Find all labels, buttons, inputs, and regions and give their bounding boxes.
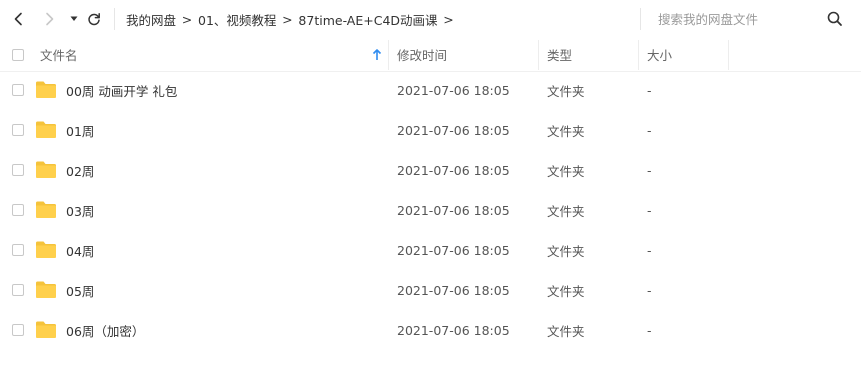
folder-icon	[36, 161, 56, 178]
file-size: -	[647, 322, 652, 338]
search-input[interactable]	[648, 9, 828, 29]
forward-button[interactable]	[39, 9, 59, 29]
column-header-type-label: 类型	[547, 48, 573, 63]
row-checkbox[interactable]	[12, 244, 24, 256]
file-size: -	[647, 202, 652, 218]
column-header-name[interactable]: 文件名	[40, 38, 78, 71]
row-checkbox[interactable]	[12, 124, 24, 136]
column-divider	[538, 40, 539, 70]
search-icon	[827, 11, 842, 26]
file-modified: 2021-07-06 18:05	[397, 242, 510, 258]
select-all-checkbox[interactable]	[12, 49, 24, 61]
file-type: 文件夹	[547, 83, 585, 99]
table-row[interactable]: 01周 2021-07-06 18:05 文件夹 -	[0, 110, 861, 150]
sort-arrow-up-icon	[372, 48, 382, 60]
column-header-size-label: 大小	[647, 48, 673, 63]
file-name[interactable]: 05周	[66, 270, 94, 310]
folder-icon	[36, 321, 56, 338]
breadcrumb-separator: >	[282, 11, 293, 27]
file-size: -	[647, 122, 652, 138]
column-header-modified[interactable]: 修改时间	[397, 38, 447, 71]
file-modified: 2021-07-06 18:05	[397, 122, 510, 138]
file-list-header: 文件名 修改时间 类型 大小	[0, 38, 861, 72]
search-button[interactable]	[826, 10, 844, 28]
chevron-right-icon	[46, 12, 54, 26]
row-checkbox[interactable]	[12, 324, 24, 336]
column-divider	[728, 40, 729, 70]
file-name[interactable]: 04周	[66, 230, 94, 270]
table-row[interactable]: 05周 2021-07-06 18:05 文件夹 -	[0, 270, 861, 310]
file-name[interactable]: 00周 动画开学 礼包	[66, 70, 177, 110]
table-row[interactable]: 02周 2021-07-06 18:05 文件夹 -	[0, 150, 861, 190]
file-type: 文件夹	[547, 163, 585, 179]
folder-icon	[36, 121, 56, 138]
file-name[interactable]: 03周	[66, 190, 94, 230]
history-dropdown-button[interactable]	[64, 9, 84, 29]
chevron-left-icon	[14, 12, 22, 26]
folder-icon	[36, 281, 56, 298]
file-size: -	[647, 242, 652, 258]
file-name[interactable]: 06周（加密）	[66, 310, 144, 350]
breadcrumb-item-current-folder[interactable]: 87time-AE+C4D动画课	[298, 10, 437, 29]
file-type: 文件夹	[547, 283, 585, 299]
column-header-modified-label: 修改时间	[397, 48, 448, 63]
row-checkbox[interactable]	[12, 84, 24, 96]
file-size: -	[647, 82, 652, 98]
file-name[interactable]: 01周	[66, 110, 94, 150]
column-divider	[638, 40, 639, 70]
row-checkbox[interactable]	[12, 164, 24, 176]
file-size: -	[647, 162, 652, 178]
folder-icon	[36, 241, 56, 258]
breadcrumb: 我的网盘 > 01、视频教程 > 87time-AE+C4D动画课 >	[126, 0, 460, 38]
table-row[interactable]: 06周（加密） 2021-07-06 18:05 文件夹 -	[0, 310, 861, 350]
file-size: -	[647, 282, 652, 298]
column-divider	[388, 40, 389, 70]
breadcrumb-separator: >	[181, 11, 193, 27]
file-type: 文件夹	[547, 123, 585, 139]
file-type: 文件夹	[547, 203, 585, 219]
breadcrumb-item-video-tutorials[interactable]: 01、视频教程	[198, 10, 276, 29]
folder-icon	[36, 81, 56, 98]
column-header-size[interactable]: 大小	[647, 38, 672, 71]
file-modified: 2021-07-06 18:05	[397, 162, 510, 178]
back-button[interactable]	[9, 9, 29, 29]
file-modified: 2021-07-06 18:05	[397, 322, 510, 338]
refresh-button[interactable]	[84, 9, 104, 29]
breadcrumb-separator[interactable]: >	[438, 12, 460, 27]
toolbar-divider	[114, 8, 115, 30]
caret-down-icon	[70, 16, 78, 21]
file-name[interactable]: 02周	[66, 150, 94, 190]
refresh-icon	[88, 13, 100, 26]
breadcrumb-item-my-drive[interactable]: 我的网盘	[126, 10, 176, 29]
table-row[interactable]: 00周 动画开学 礼包 2021-07-06 18:05 文件夹 -	[0, 70, 861, 110]
file-type: 文件夹	[547, 243, 585, 259]
search-divider	[640, 8, 641, 30]
column-header-type[interactable]: 类型	[547, 38, 572, 71]
toolbar: 我的网盘 > 01、视频教程 > 87time-AE+C4D动画课 >	[0, 0, 861, 38]
row-checkbox[interactable]	[12, 284, 24, 296]
file-type: 文件夹	[547, 323, 585, 339]
sort-ascending-indicator[interactable]	[372, 38, 382, 71]
table-row[interactable]: 03周 2021-07-06 18:05 文件夹 -	[0, 190, 861, 230]
file-modified: 2021-07-06 18:05	[397, 82, 510, 98]
row-checkbox[interactable]	[12, 204, 24, 216]
file-modified: 2021-07-06 18:05	[397, 202, 510, 218]
file-modified: 2021-07-06 18:05	[397, 282, 510, 298]
folder-icon	[36, 201, 56, 218]
table-row[interactable]: 04周 2021-07-06 18:05 文件夹 -	[0, 230, 861, 270]
column-header-name-label: 文件名	[40, 48, 78, 63]
